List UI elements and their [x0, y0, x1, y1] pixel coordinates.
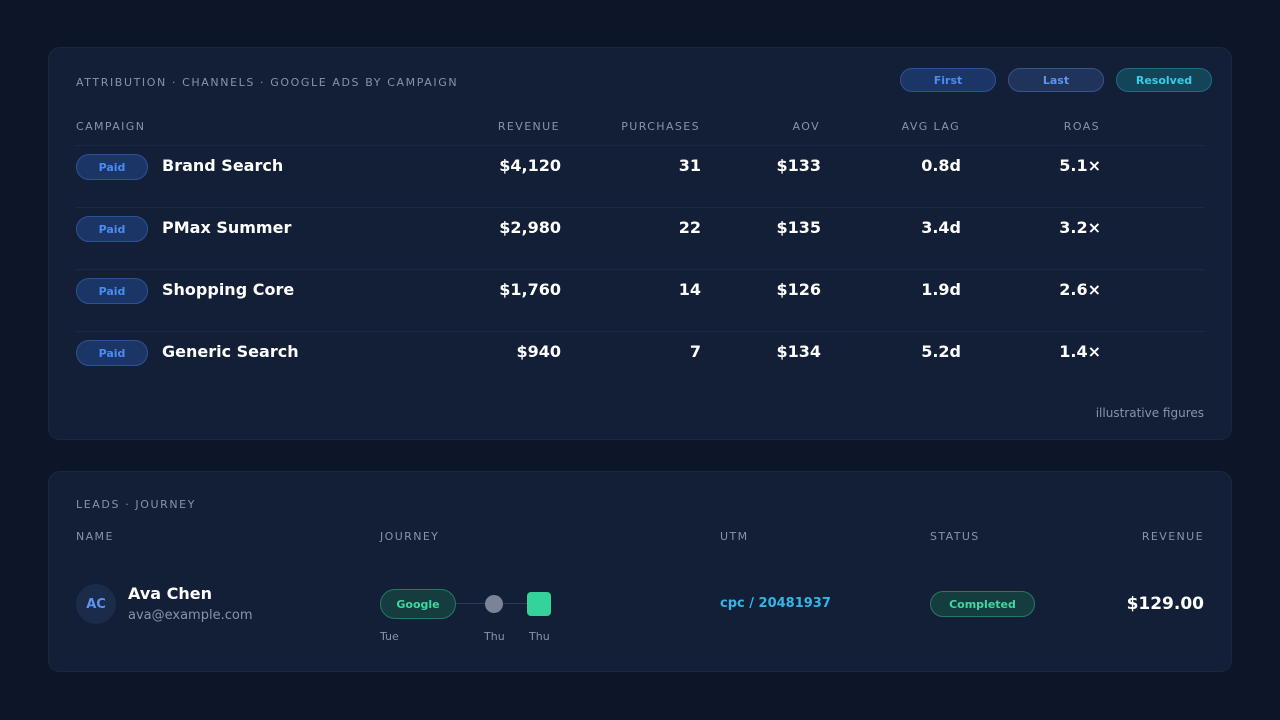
utm-link[interactable]: cpc / 20481937 [720, 596, 831, 611]
col-avg-lag[interactable]: AVG LAG [902, 120, 960, 133]
journey-day-label: Thu [484, 630, 505, 643]
purchases-cell: 7 [689, 342, 701, 361]
leads-title: LEADS · JOURNEY [76, 498, 197, 511]
leads-card: LEADS · JOURNEY NAME JOURNEY UTM STATUS … [48, 471, 1232, 672]
aov-cell: $133 [776, 156, 821, 175]
toggle-first[interactable]: First [900, 68, 996, 92]
paid-badge: Paid [76, 340, 148, 366]
campaign-row[interactable]: Paid Shopping Core $1,760 14 $126 1.9d 2… [76, 269, 1205, 332]
paid-badge: Paid [76, 154, 148, 180]
avg-lag-cell: 1.9d [921, 280, 961, 299]
purchases-cell: 22 [678, 218, 701, 237]
col-purchases[interactable]: PURCHASES [621, 120, 700, 133]
campaign-name: Shopping Core [162, 280, 295, 299]
aov-cell: $135 [776, 218, 821, 237]
purchases-cell: 14 [678, 280, 701, 299]
lead-name[interactable]: Ava Chen [128, 584, 212, 603]
toggle-resolved[interactable]: Resolved [1116, 68, 1212, 92]
journey-day-label: Thu [529, 630, 550, 643]
campaign-row[interactable]: Paid Generic Search $940 7 $134 5.2d 1.4… [76, 331, 1205, 394]
status-badge: Completed [930, 591, 1035, 617]
col-journey[interactable]: JOURNEY [380, 530, 439, 543]
campaign-name: Generic Search [162, 342, 299, 361]
revenue-cell: $1,760 [499, 280, 561, 299]
avg-lag-cell: 3.4d [921, 218, 961, 237]
attribution-title: ATTRIBUTION · CHANNELS · GOOGLE ADS BY C… [76, 76, 459, 89]
campaign-name: PMax Summer [162, 218, 292, 237]
avatar: AC [76, 584, 116, 624]
paid-badge: Paid [76, 216, 148, 242]
campaign-row[interactable]: Paid PMax Summer $2,980 22 $135 3.4d 3.2… [76, 207, 1205, 270]
lead-email: ava@example.com [128, 608, 253, 623]
journey-touch-dot[interactable] [485, 595, 503, 613]
col-roas[interactable]: ROAS [1064, 120, 1100, 133]
lead-revenue: $129.00 [1126, 594, 1204, 614]
attribution-card: ATTRIBUTION · CHANNELS · GOOGLE ADS BY C… [48, 47, 1232, 440]
avg-lag-cell: 0.8d [921, 156, 961, 175]
col-lead-revenue[interactable]: REVENUE [1142, 530, 1204, 543]
col-utm[interactable]: UTM [720, 530, 748, 543]
toggle-last[interactable]: Last [1008, 68, 1104, 92]
aov-cell: $126 [776, 280, 821, 299]
paid-badge: Paid [76, 278, 148, 304]
roas-cell: 5.1× [1059, 156, 1101, 175]
aov-cell: $134 [776, 342, 821, 361]
revenue-cell: $2,980 [499, 218, 561, 237]
journey-day-label: Tue [380, 630, 399, 643]
col-aov[interactable]: AOV [792, 120, 820, 133]
col-campaign[interactable]: CAMPAIGN [76, 120, 145, 133]
col-revenue[interactable]: REVENUE [498, 120, 560, 133]
revenue-cell: $4,120 [499, 156, 561, 175]
roas-cell: 3.2× [1059, 218, 1101, 237]
campaign-name: Brand Search [162, 156, 284, 175]
roas-cell: 2.6× [1059, 280, 1101, 299]
col-status[interactable]: STATUS [930, 530, 980, 543]
footnote: illustrative figures [1095, 406, 1204, 420]
roas-cell: 1.4× [1059, 342, 1101, 361]
journey-conversion-marker[interactable] [527, 592, 551, 616]
journey-google-touch[interactable]: Google [380, 589, 456, 619]
revenue-cell: $940 [516, 342, 561, 361]
col-name[interactable]: NAME [76, 530, 114, 543]
campaign-row[interactable]: Paid Brand Search $4,120 31 $133 0.8d 5.… [76, 145, 1205, 208]
purchases-cell: 31 [678, 156, 701, 175]
avg-lag-cell: 5.2d [921, 342, 961, 361]
